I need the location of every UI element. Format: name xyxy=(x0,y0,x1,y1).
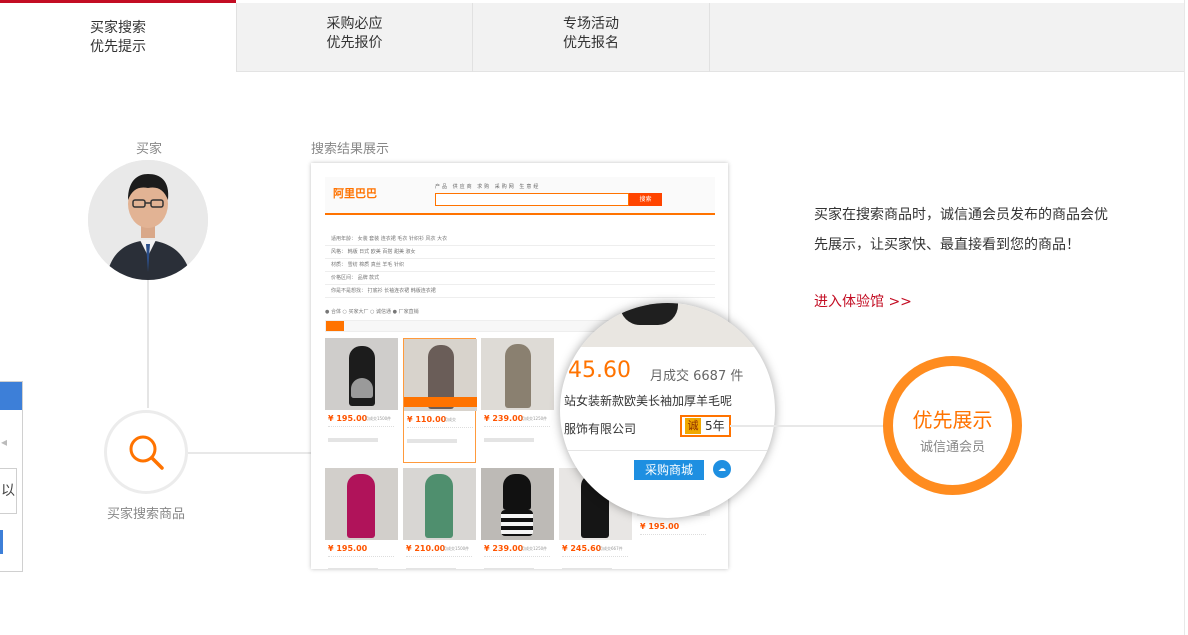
floating-panel-marker: ◂ xyxy=(1,435,8,449)
product-desc xyxy=(328,568,378,569)
tab-bar: 买家搜索 优先提示 采购必应 优先报价 专场活动 优先报名 xyxy=(0,0,1184,72)
tab-label-line2: 优先提示 xyxy=(90,39,146,55)
product-image xyxy=(403,468,476,540)
product-figure xyxy=(503,474,531,510)
mock-filter-row: 风格： 韩版 日式 欧美 百搭 甜美 淑女 xyxy=(325,246,715,259)
result-step-label: 搜索结果展示 xyxy=(311,142,390,157)
buyer-portrait-image xyxy=(88,160,208,280)
product-price: ¥ 245.60 xyxy=(562,544,602,553)
floating-side-panel[interactable]: ◂ 以 xyxy=(0,381,23,572)
tab-label-line2: 优先报名 xyxy=(563,35,619,51)
product-sales: 月成交1250件 xyxy=(521,416,548,421)
zoom-product-title: 站女装新款欧美长袖加厚羊毛呢 xyxy=(564,394,733,408)
mock-product-card: ¥ 195.00 xyxy=(325,468,398,569)
mock-search-tabs: 产品 供应商 求购 采购网 生意经 xyxy=(435,184,541,190)
zoom-company-name: 服饰有限公司 xyxy=(564,422,637,436)
tab-label-line1: 采购必应 xyxy=(326,16,383,32)
mock-product-card-highlight: ¥ 110.00 月成交 xyxy=(403,338,477,463)
product-title xyxy=(640,534,706,547)
page-right-border xyxy=(1184,0,1185,635)
tab-label-line1: 买家搜索 xyxy=(90,20,146,36)
product-promo-bar xyxy=(404,397,477,407)
product-price: ¥ 239.00 xyxy=(484,544,524,553)
product-price: ¥ 195.00 xyxy=(328,544,368,553)
priority-display-subtitle: 诚信通会员 xyxy=(919,440,985,455)
product-image xyxy=(325,338,398,410)
mock-filter-row: 你是不是想找： 打底衫 长袖连衣裙 韩版连衣裙 xyxy=(325,285,715,298)
product-figure xyxy=(505,344,531,408)
tab-buyer-search[interactable]: 买家搜索 优先提示 xyxy=(0,0,236,69)
product-image xyxy=(404,339,477,411)
enter-experience-link[interactable]: 进入体验馆 >> xyxy=(814,291,912,311)
search-step-circle xyxy=(104,410,188,494)
product-figure xyxy=(347,474,375,538)
product-desc xyxy=(484,568,534,569)
mock-product-card: ¥ 239.00 月成交1250件 xyxy=(481,338,554,463)
priority-display-title: 优先展示 xyxy=(912,408,993,432)
product-image xyxy=(481,338,554,410)
product-striped-skirt xyxy=(501,510,533,536)
flow-connector-result xyxy=(730,425,888,427)
magnifier-zoom: 45.60 月成交 6687 件 站女装新款欧美长袖加厚羊毛呢 服饰有限公司 诚… xyxy=(560,303,775,518)
zoom-monthly-sales: 月成交 6687 件 xyxy=(650,369,744,384)
tab-special-event[interactable]: 专场活动 优先报名 xyxy=(473,3,710,72)
mock-sort-active xyxy=(326,321,344,331)
product-sales: 月成交1250件 xyxy=(521,546,548,551)
mock-filter-row: 价格区间： 品牌 款式 xyxy=(325,272,715,285)
product-desc xyxy=(407,439,457,443)
product-image xyxy=(325,468,398,540)
feature-description: 买家在搜索商品时，诚信通会员发布的商品会优先展示，让买家快、最直接看到您的商品！ xyxy=(814,207,1108,253)
product-desc xyxy=(328,438,378,442)
chat-icon[interactable]: ☁ xyxy=(713,460,731,478)
product-sales: 月成交1500件 xyxy=(365,416,392,421)
product-price: ¥ 239.00 xyxy=(484,414,524,423)
product-figure xyxy=(425,474,453,538)
search-icon xyxy=(129,435,164,470)
product-price: ¥ 210.00 xyxy=(406,544,446,553)
mock-product-card: ¥ 195.00 月成交1500件 xyxy=(325,338,398,463)
product-skirt xyxy=(351,378,373,398)
mock-filter-row: 材质： 雪纺 棉质 真丝 羊毛 针织 xyxy=(325,259,715,272)
mock-search-box xyxy=(435,193,629,206)
product-price: ¥ 195.00 xyxy=(640,522,680,531)
product-sales: 月成交667件 xyxy=(599,546,623,551)
tab-label-line1: 专场活动 xyxy=(563,16,619,32)
floating-panel-header xyxy=(0,382,22,410)
zoom-divider xyxy=(560,450,775,451)
purchase-mall-button[interactable]: 采购商城 xyxy=(634,460,704,480)
product-desc xyxy=(406,568,456,569)
search-step-label: 买家搜索商品 xyxy=(107,507,186,522)
member-years: 5年 xyxy=(705,419,725,433)
mock-product-card: ¥ 210.00 月成交1500件 xyxy=(403,468,476,569)
mock-filter-row: 适用年龄： 女装 套装 连衣裙 毛衣 针织衫 风衣 大衣 xyxy=(325,233,715,246)
product-desc xyxy=(562,568,612,569)
floating-panel-button[interactable] xyxy=(0,530,3,554)
product-sales: 月成交1500件 xyxy=(443,546,470,551)
cheng-icon: 诚 xyxy=(685,418,701,434)
mock-filters: 适用年龄： 女装 套装 连衣裙 毛衣 针织衫 风衣 大衣 风格： 韩版 日式 欧… xyxy=(325,233,715,303)
tab-label-line2: 优先报价 xyxy=(326,35,383,51)
product-price: ¥ 110.00 xyxy=(407,415,447,424)
floating-panel-input[interactable]: 以 xyxy=(0,468,17,514)
chengxintong-badge: 诚 5年 xyxy=(680,415,731,437)
product-price: ¥ 195.00 xyxy=(328,414,368,423)
buyer-avatar xyxy=(88,160,208,280)
mock-product-card: ¥ 239.00 月成交1250件 xyxy=(481,468,554,569)
product-desc xyxy=(484,438,534,442)
priority-display-circle: 优先展示 诚信通会员 xyxy=(883,356,1022,495)
buyer-label: 买家 xyxy=(136,142,163,157)
zoom-price: 45.60 xyxy=(568,358,631,383)
tab-purchase-quote[interactable]: 采购必应 优先报价 xyxy=(236,3,473,72)
flow-connector-vertical xyxy=(147,280,149,408)
mock-logo: 阿里巴巴 xyxy=(333,187,377,200)
mock-search-button: 搜索 xyxy=(629,193,662,206)
product-image xyxy=(481,468,554,540)
product-sales: 月成交 xyxy=(444,417,456,422)
flow-connector-horizontal xyxy=(188,452,312,454)
